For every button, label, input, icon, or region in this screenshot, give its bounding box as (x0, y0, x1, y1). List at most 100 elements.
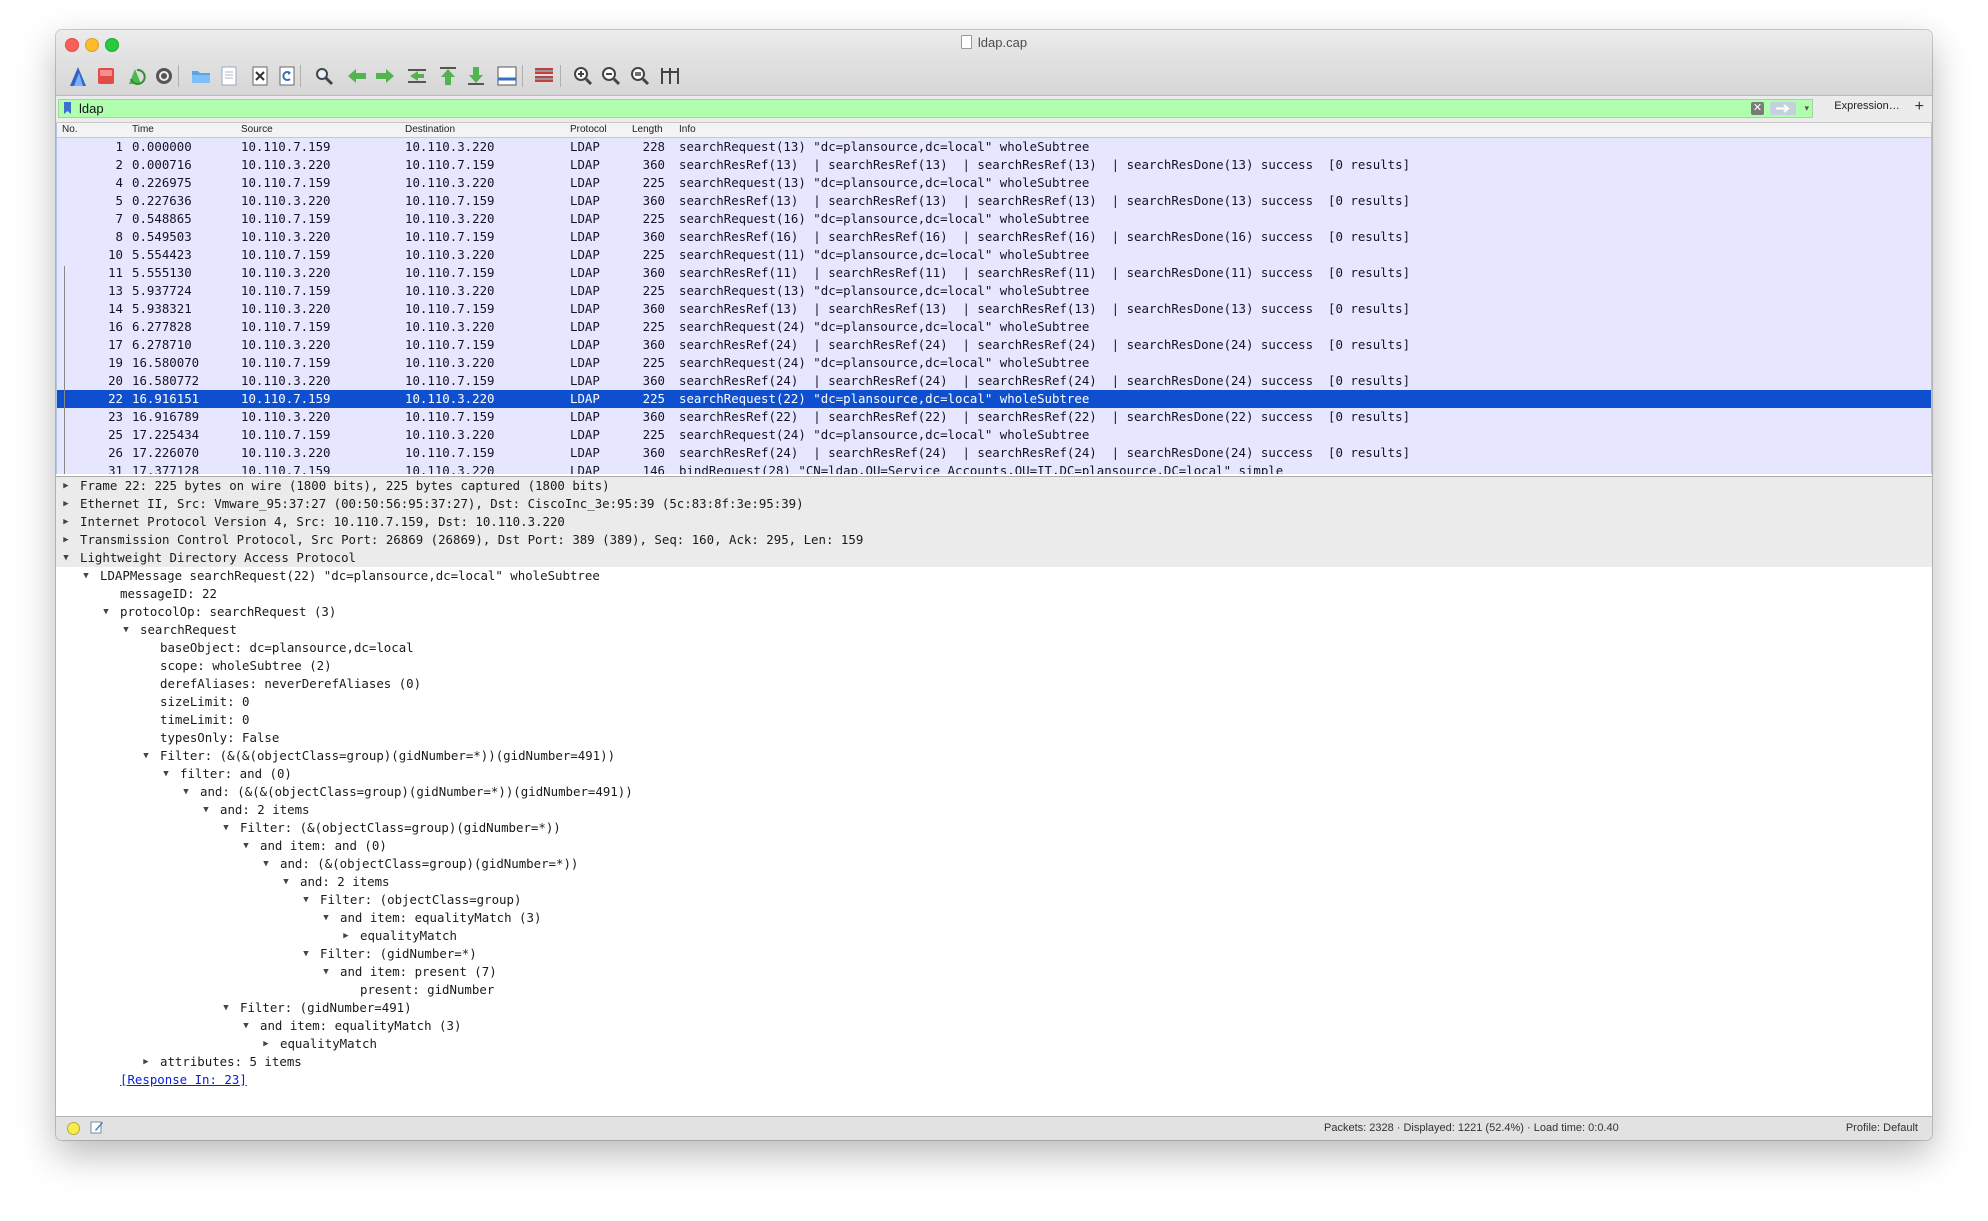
detail-tree-item[interactable]: present: gidNumber (56, 981, 1932, 999)
detail-tree-item[interactable]: ▼ and item: equalityMatch (3) (56, 1017, 1932, 1035)
stop-capture-button[interactable] (92, 63, 120, 89)
column-header-time[interactable]: Time (132, 124, 154, 135)
collapse-arrow-icon[interactable]: ▼ (220, 999, 232, 1017)
detail-tree-item[interactable]: typesOnly: False (56, 729, 1932, 747)
detail-tree-item[interactable]: ▼ and item: present (7) (56, 963, 1932, 981)
detail-tree-item[interactable]: ▼ Filter: (gidNumber=491) (56, 999, 1932, 1017)
reload-file-button[interactable] (273, 63, 301, 89)
detail-tree-item[interactable]: ▶ attributes: 5 items (56, 1053, 1932, 1071)
packet-row-selected[interactable]: 22 16.916151 10.110.7.159 10.110.3.220 LDAP 2… (57, 390, 1931, 408)
zoom-normal-button[interactable] (626, 63, 654, 89)
packet-row[interactable]: 11 5.555130 10.110.3.220 10.110.7.159 LDAP 36… (57, 264, 1931, 282)
packet-row[interactable]: 17 6.278710 10.110.3.220 10.110.7.159 LDAP 36… (57, 336, 1931, 354)
response-in-link[interactable]: [Response In: 23] (120, 1071, 247, 1089)
expand-arrow-icon[interactable]: ▶ (60, 513, 72, 531)
detail-tree-item[interactable]: ▶ equalityMatch (56, 927, 1932, 945)
collapse-arrow-icon[interactable]: ▼ (160, 765, 172, 783)
expand-arrow-icon[interactable]: ▶ (60, 531, 72, 549)
detail-tree-item[interactable]: ▼ and item: and (0) (56, 837, 1932, 855)
collapse-arrow-icon[interactable]: ▼ (180, 783, 192, 801)
recent-filters-dropdown-icon[interactable]: ▾ (1804, 103, 1809, 114)
column-header-destination[interactable]: Destination (405, 124, 455, 135)
autoscroll-button[interactable] (493, 63, 521, 89)
detail-tree-item[interactable]: timeLimit: 0 (56, 711, 1932, 729)
column-header-length[interactable]: Length (632, 124, 663, 135)
expand-arrow-icon[interactable]: ▶ (140, 1053, 152, 1071)
expand-arrow-icon[interactable]: ▶ (60, 477, 72, 495)
collapse-arrow-icon[interactable]: ▼ (280, 873, 292, 891)
detail-tree-item[interactable]: sizeLimit: 0 (56, 693, 1932, 711)
start-capture-button[interactable] (64, 63, 92, 89)
collapse-arrow-icon[interactable]: ▼ (80, 567, 92, 585)
packet-row[interactable]: 23 16.916789 10.110.3.220 10.110.7.159 LDAP 3… (57, 408, 1931, 426)
clear-filter-icon[interactable]: ✕ (1751, 102, 1764, 115)
detail-tree-item[interactable]: [Response In: 23] (56, 1071, 1932, 1089)
find-packet-button[interactable] (310, 63, 338, 89)
go-first-button[interactable] (434, 63, 462, 89)
packet-row[interactable]: 31 17.377128 10.110.7.159 10.110.3.220 LDAP 1… (57, 462, 1931, 474)
go-last-button[interactable] (462, 63, 490, 89)
packet-row[interactable]: 26 17.226070 10.110.3.220 10.110.7.159 LDAP 3… (57, 444, 1931, 462)
detail-tree-item[interactable]: ▼ and: 2 items (56, 873, 1932, 891)
apply-filter-icon[interactable] (1770, 102, 1796, 115)
detail-tree-item[interactable]: ▼ Filter: (&(&(objectClass=group)(gidNumb… (56, 747, 1932, 765)
capture-comment-icon[interactable] (90, 1120, 104, 1134)
detail-tree-item[interactable]: ▼ Filter: (objectClass=group) (56, 891, 1932, 909)
detail-tree-item[interactable]: ▼ and: (&(objectClass=group)(gidNumber=*)… (56, 855, 1932, 873)
detail-tree-item[interactable]: scope: wholeSubtree (2) (56, 657, 1932, 675)
detail-tree-item[interactable]: ▼ filter: and (0) (56, 765, 1932, 783)
collapse-arrow-icon[interactable]: ▼ (320, 909, 332, 927)
zoom-out-button[interactable] (597, 63, 625, 89)
detail-tree-item[interactable]: ▼ and item: equalityMatch (3) (56, 909, 1932, 927)
detail-tree-item[interactable]: ▶ Internet Protocol Version 4, Src: 10.11… (56, 513, 1932, 531)
zoom-in-button[interactable] (569, 63, 597, 89)
open-file-button[interactable] (187, 63, 215, 89)
go-forward-button[interactable] (371, 63, 399, 89)
expand-arrow-icon[interactable]: ▶ (60, 495, 72, 513)
collapse-arrow-icon[interactable]: ▼ (120, 621, 132, 639)
detail-tree-item[interactable]: ▼ Lightweight Directory Access Protocol (56, 549, 1932, 567)
display-filter-input[interactable]: ldap ✕ ▾ (58, 99, 1813, 118)
packet-row[interactable]: 16 6.277828 10.110.7.159 10.110.3.220 LDAP 22… (57, 318, 1931, 336)
collapse-arrow-icon[interactable]: ▼ (300, 891, 312, 909)
column-header-source[interactable]: Source (241, 124, 273, 135)
detail-tree-item[interactable]: ▶ Transmission Control Protocol, Src Port… (56, 531, 1932, 549)
column-header-info[interactable]: Info (679, 124, 696, 135)
collapse-arrow-icon[interactable]: ▼ (240, 837, 252, 855)
collapse-arrow-icon[interactable]: ▼ (100, 603, 112, 621)
detail-tree-item[interactable]: ▼ Filter: (gidNumber=*) (56, 945, 1932, 963)
column-header-no[interactable]: No. (62, 124, 78, 135)
column-header-protocol[interactable]: Protocol (570, 124, 607, 135)
resize-columns-button[interactable] (656, 63, 684, 89)
collapse-arrow-icon[interactable]: ▼ (320, 963, 332, 981)
close-file-button[interactable] (246, 63, 274, 89)
packet-row[interactable]: 10 5.554423 10.110.7.159 10.110.3.220 LDAP 22… (57, 246, 1931, 264)
detail-tree-item[interactable]: ▶ Frame 22: 225 bytes on wire (1800 bits)… (56, 477, 1932, 495)
collapse-arrow-icon[interactable]: ▼ (260, 855, 272, 873)
filter-bookmark-icon[interactable] (63, 102, 72, 115)
save-file-button[interactable] (215, 63, 243, 89)
detail-tree-item[interactable]: ▶ equalityMatch (56, 1035, 1932, 1053)
packet-row[interactable]: 4 0.226975 10.110.7.159 10.110.3.220 LDAP 225… (57, 174, 1931, 192)
detail-tree-item[interactable]: ▼ protocolOp: searchRequest (3) (56, 603, 1932, 621)
expert-info-indicator-icon[interactable] (67, 1122, 80, 1135)
capture-options-button[interactable] (150, 63, 178, 89)
detail-tree-item[interactable]: baseObject: dc=plansource,dc=local (56, 639, 1932, 657)
collapse-arrow-icon[interactable]: ▼ (60, 549, 72, 567)
packet-row[interactable]: 2 0.000716 10.110.3.220 10.110.7.159 LDAP 360… (57, 156, 1931, 174)
detail-tree-item[interactable]: ▼ Filter: (&(objectClass=group)(gidNumber… (56, 819, 1932, 837)
detail-tree-item[interactable]: ▼ LDAPMessage searchRequest(22) "dc=plans… (56, 567, 1932, 585)
packet-row[interactable]: 14 5.938321 10.110.3.220 10.110.7.159 LDAP 36… (57, 300, 1931, 318)
detail-tree-item[interactable]: messageID: 22 (56, 585, 1932, 603)
collapse-arrow-icon[interactable]: ▼ (300, 945, 312, 963)
collapse-arrow-icon[interactable]: ▼ (240, 1017, 252, 1035)
packet-row[interactable]: 20 16.580772 10.110.3.220 10.110.7.159 LDAP 3… (57, 372, 1931, 390)
packet-row[interactable]: 7 0.548865 10.110.7.159 10.110.3.220 LDAP 225… (57, 210, 1931, 228)
go-to-packet-button[interactable] (403, 63, 431, 89)
collapse-arrow-icon[interactable]: ▼ (200, 801, 212, 819)
detail-tree-item[interactable]: derefAliases: neverDerefAliases (0) (56, 675, 1932, 693)
add-filter-button[interactable]: + (1915, 98, 1924, 116)
detail-tree-item[interactable]: ▼ and: (&(&(objectClass=group)(gidNumber=… (56, 783, 1932, 801)
expand-arrow-icon[interactable]: ▶ (260, 1035, 272, 1053)
packet-row[interactable]: 8 0.549503 10.110.3.220 10.110.7.159 LDAP 360… (57, 228, 1931, 246)
